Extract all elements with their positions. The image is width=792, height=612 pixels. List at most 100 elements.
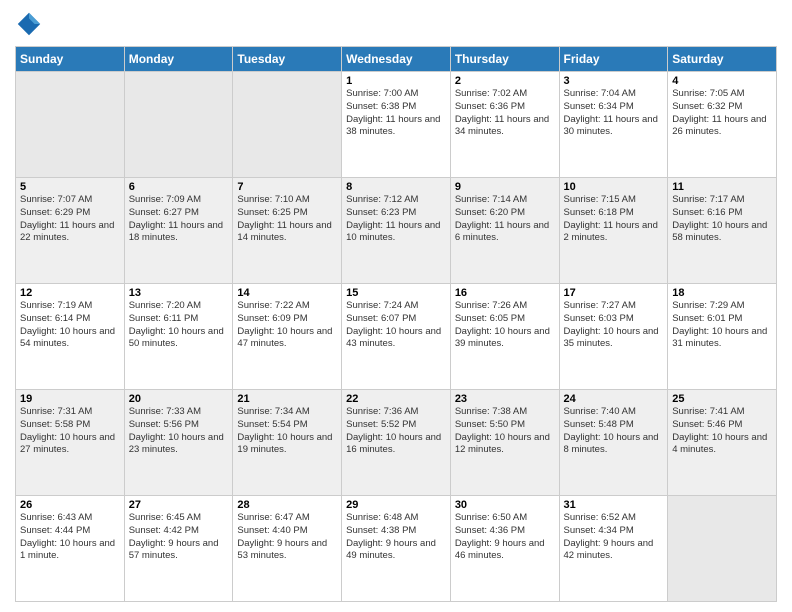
day-number: 21 bbox=[237, 393, 337, 405]
sunset-text: Sunset: 5:46 PM bbox=[672, 419, 772, 432]
sunrise-text: Sunrise: 7:40 AM bbox=[564, 406, 664, 419]
day-number: 6 bbox=[129, 181, 229, 193]
sunrise-text: Sunrise: 7:12 AM bbox=[346, 194, 446, 207]
sunset-text: Sunset: 6:11 PM bbox=[129, 313, 229, 326]
calendar-header-row: SundayMondayTuesdayWednesdayThursdayFrid… bbox=[16, 47, 777, 72]
sunset-text: Sunset: 6:03 PM bbox=[564, 313, 664, 326]
sunrise-text: Sunrise: 7:27 AM bbox=[564, 300, 664, 313]
day-cell: 16Sunrise: 7:26 AMSunset: 6:05 PMDayligh… bbox=[450, 284, 559, 390]
sunrise-text: Sunrise: 7:24 AM bbox=[346, 300, 446, 313]
day-number: 7 bbox=[237, 181, 337, 193]
header-saturday: Saturday bbox=[668, 47, 777, 72]
sunrise-text: Sunrise: 7:38 AM bbox=[455, 406, 555, 419]
day-number: 1 bbox=[346, 75, 446, 87]
day-number: 13 bbox=[129, 287, 229, 299]
week-row-2: 5Sunrise: 7:07 AMSunset: 6:29 PMDaylight… bbox=[16, 178, 777, 284]
sunset-text: Sunset: 6:16 PM bbox=[672, 207, 772, 220]
daylight-text: Daylight: 10 hours and 8 minutes. bbox=[564, 432, 664, 458]
sunset-text: Sunset: 6:29 PM bbox=[20, 207, 120, 220]
day-cell: 18Sunrise: 7:29 AMSunset: 6:01 PMDayligh… bbox=[668, 284, 777, 390]
day-number: 4 bbox=[672, 75, 772, 87]
day-cell: 8Sunrise: 7:12 AMSunset: 6:23 PMDaylight… bbox=[342, 178, 451, 284]
sunset-text: Sunset: 6:20 PM bbox=[455, 207, 555, 220]
daylight-text: Daylight: 10 hours and 16 minutes. bbox=[346, 432, 446, 458]
header-friday: Friday bbox=[559, 47, 668, 72]
day-info: Sunrise: 7:09 AMSunset: 6:27 PMDaylight:… bbox=[129, 194, 229, 245]
day-cell: 13Sunrise: 7:20 AMSunset: 6:11 PMDayligh… bbox=[124, 284, 233, 390]
sunset-text: Sunset: 6:05 PM bbox=[455, 313, 555, 326]
header-wednesday: Wednesday bbox=[342, 47, 451, 72]
week-row-1: 1Sunrise: 7:00 AMSunset: 6:38 PMDaylight… bbox=[16, 72, 777, 178]
daylight-text: Daylight: 10 hours and 47 minutes. bbox=[237, 326, 337, 352]
sunset-text: Sunset: 6:18 PM bbox=[564, 207, 664, 220]
day-info: Sunrise: 7:14 AMSunset: 6:20 PMDaylight:… bbox=[455, 194, 555, 245]
day-number: 8 bbox=[346, 181, 446, 193]
day-info: Sunrise: 7:20 AMSunset: 6:11 PMDaylight:… bbox=[129, 300, 229, 351]
day-info: Sunrise: 7:19 AMSunset: 6:14 PMDaylight:… bbox=[20, 300, 120, 351]
sunrise-text: Sunrise: 6:48 AM bbox=[346, 512, 446, 525]
sunrise-text: Sunrise: 7:15 AM bbox=[564, 194, 664, 207]
day-number: 23 bbox=[455, 393, 555, 405]
day-info: Sunrise: 7:12 AMSunset: 6:23 PMDaylight:… bbox=[346, 194, 446, 245]
daylight-text: Daylight: 11 hours and 38 minutes. bbox=[346, 114, 446, 140]
day-info: Sunrise: 7:26 AMSunset: 6:05 PMDaylight:… bbox=[455, 300, 555, 351]
header-thursday: Thursday bbox=[450, 47, 559, 72]
day-number: 29 bbox=[346, 499, 446, 511]
sunrise-text: Sunrise: 7:00 AM bbox=[346, 88, 446, 101]
daylight-text: Daylight: 11 hours and 14 minutes. bbox=[237, 220, 337, 246]
day-number: 26 bbox=[20, 499, 120, 511]
day-cell: 4Sunrise: 7:05 AMSunset: 6:32 PMDaylight… bbox=[668, 72, 777, 178]
sunrise-text: Sunrise: 7:14 AM bbox=[455, 194, 555, 207]
day-number: 14 bbox=[237, 287, 337, 299]
sunrise-text: Sunrise: 7:10 AM bbox=[237, 194, 337, 207]
daylight-text: Daylight: 11 hours and 22 minutes. bbox=[20, 220, 120, 246]
sunrise-text: Sunrise: 6:43 AM bbox=[20, 512, 120, 525]
sunrise-text: Sunrise: 7:02 AM bbox=[455, 88, 555, 101]
day-cell: 5Sunrise: 7:07 AMSunset: 6:29 PMDaylight… bbox=[16, 178, 125, 284]
day-cell: 14Sunrise: 7:22 AMSunset: 6:09 PMDayligh… bbox=[233, 284, 342, 390]
day-info: Sunrise: 6:48 AMSunset: 4:38 PMDaylight:… bbox=[346, 512, 446, 563]
header bbox=[15, 10, 777, 38]
sunset-text: Sunset: 6:23 PM bbox=[346, 207, 446, 220]
sunrise-text: Sunrise: 7:07 AM bbox=[20, 194, 120, 207]
daylight-text: Daylight: 10 hours and 39 minutes. bbox=[455, 326, 555, 352]
sunset-text: Sunset: 4:42 PM bbox=[129, 525, 229, 538]
day-cell: 28Sunrise: 6:47 AMSunset: 4:40 PMDayligh… bbox=[233, 496, 342, 602]
daylight-text: Daylight: 10 hours and 23 minutes. bbox=[129, 432, 229, 458]
sunrise-text: Sunrise: 7:33 AM bbox=[129, 406, 229, 419]
day-cell: 23Sunrise: 7:38 AMSunset: 5:50 PMDayligh… bbox=[450, 390, 559, 496]
day-info: Sunrise: 7:27 AMSunset: 6:03 PMDaylight:… bbox=[564, 300, 664, 351]
sunrise-text: Sunrise: 7:05 AM bbox=[672, 88, 772, 101]
day-number: 22 bbox=[346, 393, 446, 405]
sunrise-text: Sunrise: 6:45 AM bbox=[129, 512, 229, 525]
sunset-text: Sunset: 6:09 PM bbox=[237, 313, 337, 326]
sunrise-text: Sunrise: 7:41 AM bbox=[672, 406, 772, 419]
day-number: 17 bbox=[564, 287, 664, 299]
day-info: Sunrise: 6:45 AMSunset: 4:42 PMDaylight:… bbox=[129, 512, 229, 563]
sunset-text: Sunset: 4:44 PM bbox=[20, 525, 120, 538]
day-info: Sunrise: 7:00 AMSunset: 6:38 PMDaylight:… bbox=[346, 88, 446, 139]
day-number: 27 bbox=[129, 499, 229, 511]
sunrise-text: Sunrise: 7:26 AM bbox=[455, 300, 555, 313]
daylight-text: Daylight: 10 hours and 54 minutes. bbox=[20, 326, 120, 352]
day-info: Sunrise: 7:31 AMSunset: 5:58 PMDaylight:… bbox=[20, 406, 120, 457]
header-monday: Monday bbox=[124, 47, 233, 72]
day-number: 2 bbox=[455, 75, 555, 87]
sunrise-text: Sunrise: 6:47 AM bbox=[237, 512, 337, 525]
day-cell: 27Sunrise: 6:45 AMSunset: 4:42 PMDayligh… bbox=[124, 496, 233, 602]
day-cell: 10Sunrise: 7:15 AMSunset: 6:18 PMDayligh… bbox=[559, 178, 668, 284]
day-info: Sunrise: 7:10 AMSunset: 6:25 PMDaylight:… bbox=[237, 194, 337, 245]
day-number: 16 bbox=[455, 287, 555, 299]
day-info: Sunrise: 7:05 AMSunset: 6:32 PMDaylight:… bbox=[672, 88, 772, 139]
day-number: 5 bbox=[20, 181, 120, 193]
day-number: 20 bbox=[129, 393, 229, 405]
logo bbox=[15, 10, 47, 38]
daylight-text: Daylight: 11 hours and 26 minutes. bbox=[672, 114, 772, 140]
daylight-text: Daylight: 10 hours and 12 minutes. bbox=[455, 432, 555, 458]
day-cell: 6Sunrise: 7:09 AMSunset: 6:27 PMDaylight… bbox=[124, 178, 233, 284]
day-cell: 30Sunrise: 6:50 AMSunset: 4:36 PMDayligh… bbox=[450, 496, 559, 602]
day-cell: 12Sunrise: 7:19 AMSunset: 6:14 PMDayligh… bbox=[16, 284, 125, 390]
day-info: Sunrise: 7:40 AMSunset: 5:48 PMDaylight:… bbox=[564, 406, 664, 457]
sunset-text: Sunset: 6:38 PM bbox=[346, 101, 446, 114]
day-info: Sunrise: 7:24 AMSunset: 6:07 PMDaylight:… bbox=[346, 300, 446, 351]
